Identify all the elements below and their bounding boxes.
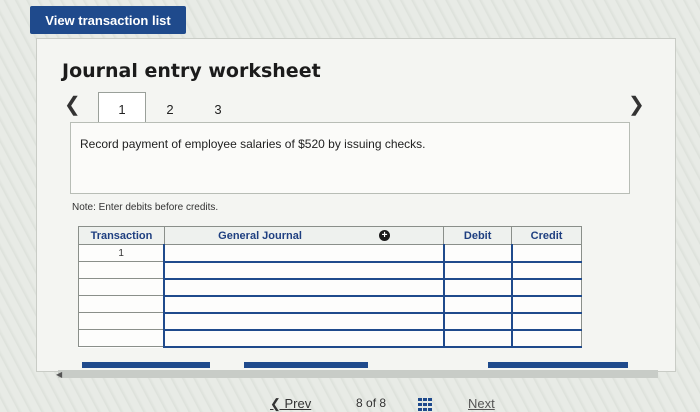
debit-input[interactable]	[442, 312, 513, 331]
worksheet-title: Journal entry worksheet	[62, 60, 321, 82]
prev-page-link[interactable]: ❮ Prev	[270, 396, 311, 412]
page-total: 8	[379, 396, 387, 410]
action-bar-left[interactable]	[82, 362, 210, 368]
account-input[interactable]	[163, 278, 445, 297]
credit-input[interactable]	[510, 261, 582, 280]
tab-1[interactable]: 1	[98, 92, 146, 126]
debit-input[interactable]	[442, 261, 513, 280]
table-row: 1	[78, 244, 582, 263]
debit-input[interactable]	[442, 295, 513, 314]
table-row	[78, 312, 582, 331]
account-input[interactable]	[163, 244, 445, 263]
transaction-cell	[78, 312, 165, 330]
transaction-cell: 1	[78, 244, 165, 262]
debit-input[interactable]	[442, 244, 513, 263]
credit-input[interactable]	[510, 295, 582, 314]
credit-input[interactable]	[510, 329, 582, 348]
action-bar-middle[interactable]	[244, 362, 368, 368]
account-input[interactable]	[163, 329, 445, 348]
prev-worksheet-arrow-icon[interactable]: ❮	[64, 92, 81, 117]
credit-input[interactable]	[510, 244, 582, 263]
tab-2[interactable]: 2	[146, 92, 194, 126]
debit-input[interactable]	[442, 278, 513, 297]
col-transaction: Transaction	[78, 226, 165, 245]
page-indicator: 8 of 8	[356, 396, 386, 410]
table-row	[78, 261, 582, 280]
debit-credit-note: Note: Enter debits before credits.	[72, 202, 219, 213]
account-input[interactable]	[163, 261, 445, 280]
col-general-journal: General Journal +	[163, 226, 445, 245]
next-worksheet-arrow-icon[interactable]: ❯	[628, 92, 645, 117]
journal-table: Transaction General Journal + Debit Cred…	[78, 226, 582, 348]
page-current: 8	[356, 396, 363, 410]
account-input[interactable]	[163, 312, 445, 331]
transaction-description: Record payment of employee salaries of $…	[80, 137, 426, 151]
scroll-left-icon[interactable]: ◀	[56, 370, 62, 379]
page-of: of	[366, 396, 377, 410]
col-general-journal-label: General Journal	[218, 229, 302, 242]
credit-input[interactable]	[510, 312, 582, 331]
credit-input[interactable]	[510, 278, 582, 297]
next-page-link[interactable]: Next	[468, 396, 495, 411]
transaction-cell	[78, 295, 165, 313]
description-box	[70, 122, 630, 194]
view-transaction-list-button[interactable]: View transaction list	[30, 6, 186, 34]
table-row	[78, 329, 582, 348]
table-row	[78, 278, 582, 297]
horizontal-scrollbar[interactable]	[58, 370, 658, 378]
debit-input[interactable]	[442, 329, 513, 348]
grid-icon[interactable]	[418, 398, 432, 411]
plus-circle-icon[interactable]: +	[378, 230, 390, 242]
tab-3[interactable]: 3	[194, 92, 242, 126]
action-bar-right[interactable]	[488, 362, 628, 368]
transaction-cell	[78, 261, 165, 279]
transaction-cell	[78, 329, 165, 347]
transaction-cell	[78, 278, 165, 296]
col-credit: Credit	[511, 226, 582, 245]
col-debit: Debit	[443, 226, 513, 245]
account-input[interactable]	[163, 295, 445, 314]
table-row	[78, 295, 582, 314]
prev-label: Prev	[284, 396, 312, 411]
